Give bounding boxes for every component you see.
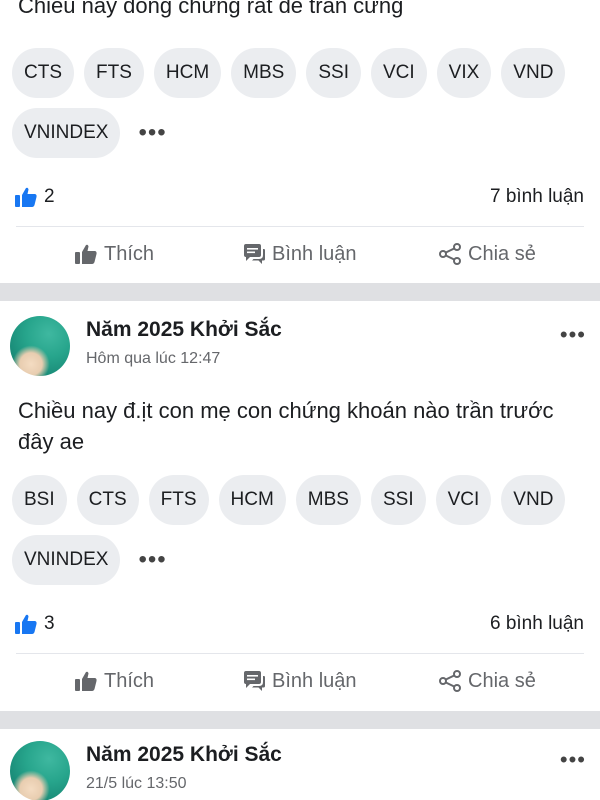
tag-chip[interactable]: FTS (84, 48, 144, 98)
tag-chip[interactable]: HCM (218, 475, 286, 525)
post-card: Năm 2025 Khởi Sắc Hôm qua lúc 12:47 ••• … (0, 301, 600, 711)
tag-chip[interactable]: MBS (231, 48, 297, 98)
tag-chip[interactable]: CTS (12, 48, 74, 98)
tag-list: CTS FTS HCM MBS SSI VCI VIX VND VNINDEX … (12, 48, 592, 158)
avatar[interactable] (10, 316, 70, 376)
comment-button[interactable]: Bình luận (242, 234, 357, 274)
share-label: Chia sẻ (468, 669, 536, 692)
tag-chip[interactable]: VNINDEX (12, 535, 121, 585)
post-text: Chiều nay đ.ịt con mẹ con chứng khoán nà… (18, 398, 554, 454)
tag-chip[interactable]: SSI (370, 475, 426, 525)
post-card: Năm 2025 Khởi Sắc 21/5 lúc 13:50 ••• (0, 729, 600, 800)
tag-chip[interactable]: SSI (306, 48, 361, 98)
divider (16, 653, 584, 654)
like-count-text: 3 (44, 613, 55, 634)
more-options-button[interactable]: ••• (560, 747, 586, 773)
post-stats: 2 7 bình luận (14, 182, 584, 212)
share-button[interactable]: Chia sẻ (438, 234, 536, 274)
like-icon (75, 244, 97, 264)
tag-chip[interactable]: VNINDEX (12, 108, 121, 158)
share-icon (439, 243, 461, 265)
post-header: Năm 2025 Khởi Sắc 21/5 lúc 13:50 ••• (10, 741, 586, 800)
thumbs-up-icon (15, 614, 37, 634)
tag-chip[interactable]: VCI (370, 48, 427, 98)
post-separator (0, 711, 600, 729)
tag-chip[interactable]: CTS (76, 475, 139, 525)
tag-list: BSI CTS FTS HCM MBS SSI VCI VND VNINDEX … (12, 475, 592, 585)
post-card: Chiều nay dòng chứng rất dễ trần cứng CT… (0, 0, 600, 283)
like-button[interactable]: Thích (74, 234, 154, 274)
post-timestamp[interactable]: 21/5 lúc 13:50 (86, 775, 187, 793)
comment-button[interactable]: Bình luận (242, 661, 357, 701)
avatar[interactable] (10, 741, 70, 800)
comment-icon (244, 671, 265, 691)
tag-chip[interactable]: VND (501, 475, 566, 525)
divider (16, 226, 584, 227)
post-separator (0, 283, 600, 301)
tag-chip[interactable]: MBS (295, 475, 361, 525)
post-text: Chiều nay dòng chứng rất dễ trần cứng (18, 0, 404, 18)
like-count-text: 2 (44, 186, 55, 207)
tag-chip[interactable]: FTS (148, 475, 209, 525)
action-bar: Thích Bình luận Chia sẻ (0, 234, 600, 274)
comment-label: Bình luận (272, 669, 357, 692)
tag-chip[interactable]: HCM (153, 48, 222, 98)
post-header: Năm 2025 Khởi Sắc Hôm qua lúc 12:47 ••• (10, 316, 586, 378)
like-icon (75, 671, 97, 691)
share-label: Chia sẻ (468, 242, 536, 265)
comment-label: Bình luận (272, 242, 357, 265)
share-button[interactable]: Chia sẻ (438, 661, 536, 701)
comment-count[interactable]: 7 bình luận (490, 186, 584, 208)
author-name[interactable]: Năm 2025 Khởi Sắc (86, 743, 282, 767)
tag-chip[interactable]: VND (501, 48, 566, 98)
tag-chip[interactable]: VCI (435, 475, 492, 525)
like-button[interactable]: Thích (74, 661, 154, 701)
thumbs-up-icon (15, 187, 37, 207)
like-count[interactable]: 3 (14, 613, 55, 635)
comment-count[interactable]: 6 bình luận (490, 613, 584, 635)
post-stats: 3 6 bình luận (14, 609, 584, 639)
more-tags-button[interactable]: ••• (130, 108, 174, 158)
like-label: Thích (104, 669, 155, 692)
like-label: Thích (104, 242, 155, 265)
tag-chip[interactable]: VIX (436, 48, 492, 98)
action-bar: Thích Bình luận Chia sẻ (0, 661, 600, 701)
tag-chip[interactable]: BSI (12, 475, 67, 525)
comment-icon (244, 244, 265, 264)
post-timestamp[interactable]: Hôm qua lúc 12:47 (86, 350, 220, 368)
share-icon (439, 670, 461, 692)
like-count[interactable]: 2 (14, 186, 55, 208)
more-tags-button[interactable]: ••• (130, 535, 174, 585)
more-options-button[interactable]: ••• (560, 322, 586, 348)
author-name[interactable]: Năm 2025 Khởi Sắc (86, 318, 282, 342)
